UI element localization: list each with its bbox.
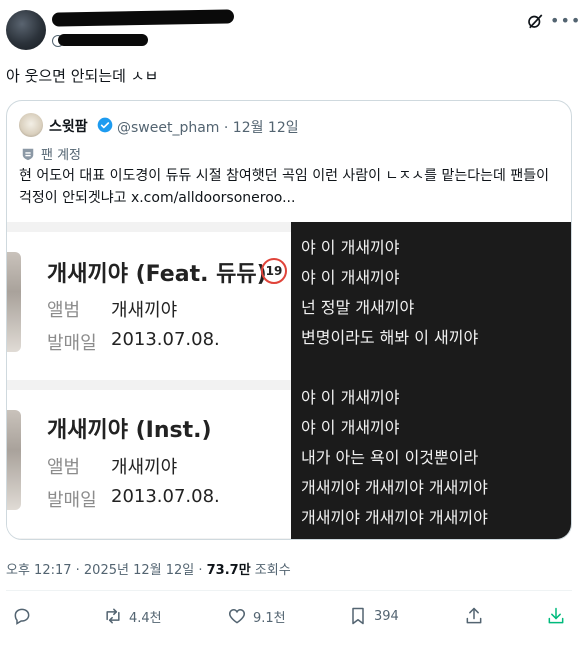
reply-icon [14, 608, 30, 625]
bookmark-count: 394 [374, 608, 399, 624]
album-thumbnail [7, 252, 21, 352]
quote-handle-date: @sweet_pham · 12월 12일 [117, 117, 299, 137]
album-label: 앨범 [47, 300, 81, 321]
redacted-display-name [51, 9, 235, 27]
download-icon [548, 607, 564, 624]
song-title: 개새끼야 (Feat. 듀듀) [47, 262, 267, 287]
album-value: 개새끼야 [111, 300, 178, 321]
quote-avatar[interactable] [19, 113, 43, 137]
retweet-icon [106, 608, 120, 624]
redacted-handle [58, 34, 148, 46]
grok-icon[interactable] [526, 12, 544, 30]
song-card: 개새끼야 (Inst.) 앨범 개새끼야 발매일 2013.07.08. [7, 390, 291, 538]
like-icon [228, 608, 246, 624]
lyric-line: 야 이 개새끼야 [301, 268, 400, 287]
quote-author-name[interactable]: 스윗팜 [49, 116, 88, 136]
album-thumbnail [7, 410, 21, 510]
avatar[interactable] [6, 10, 46, 50]
song-card: 개새끼야 (Feat. 듀듀) 19 앨범 개새끼야 발매일 2013.07.0… [7, 232, 291, 380]
quote-text: 현 어도어 대표 이도경이 듀듀 시절 참여햇던 곡임 이런 사람이 ㄴㅈㅅ를 … [19, 168, 549, 206]
lyric-line: 개새끼야 개새끼야 개새끼야 [301, 508, 488, 527]
age-rating-badge: 19 [261, 258, 287, 284]
bookmark-button[interactable]: 394 [348, 606, 399, 626]
quote-tweet[interactable]: 스윗팜 @sweet_pham · 12월 12일 팬 계정 현 어도어 대표 … [6, 100, 572, 540]
fan-account-text: 팬 계정 [41, 148, 82, 163]
release-value: 2013.07.08. [111, 486, 220, 507]
reply-button[interactable] [12, 606, 38, 626]
song-title: 개새끼야 (Inst.) [47, 418, 212, 443]
lyric-line: 야 이 개새끼야 [301, 238, 400, 257]
like-button[interactable]: 9.1천 [227, 606, 286, 626]
share-icon [466, 607, 482, 624]
like-count: 9.1천 [253, 610, 286, 626]
lyric-line: 야 이 개새끼야 [301, 388, 400, 407]
lyric-line: 내가 아는 욕이 이것뿐이라 [301, 448, 479, 467]
share-button[interactable] [464, 606, 484, 626]
retweet-count: 4.4천 [129, 610, 162, 626]
release-label: 발매일 [47, 490, 97, 511]
lyric-line: 야 이 개새끼야 [301, 418, 400, 437]
lyric-line: 변명이라도 해봐 이 새끼야 [301, 328, 479, 347]
quote-image-lyrics[interactable]: 야 이 개새끼야 야 이 개새끼야 넌 정말 개새끼야 변명이라도 해봐 이 새… [291, 222, 571, 539]
quote-image-song-cards[interactable]: 개새끼야 (Feat. 듀듀) 19 앨범 개새끼야 발매일 2013.07.0… [7, 222, 291, 539]
more-icon[interactable]: ••• [550, 11, 578, 30]
verified-icon [97, 117, 113, 133]
fan-account-label: 팬 계정 [21, 144, 81, 163]
tweet-text: 아 웃으면 안되는데 ㅅㅂ [6, 67, 159, 85]
album-label: 앨범 [47, 457, 81, 478]
view-count: 73.7만 [206, 563, 251, 578]
bookmark-icon [352, 607, 364, 625]
lyric-line: 넌 정말 개새끼야 [301, 298, 415, 317]
action-bar: 4.4천 9.1천 394 [0, 606, 578, 632]
tweet-meta: 오후 12:17 · 2025년 12월 12일 · 73.7만 조회수 [6, 559, 291, 578]
release-label: 발매일 [47, 333, 97, 354]
quote-date[interactable]: · 12월 12일 [224, 120, 299, 136]
view-count-label: 조회수 [250, 563, 291, 578]
fan-account-icon [22, 148, 34, 160]
retweet-button[interactable]: 4.4천 [103, 606, 162, 626]
lyric-line: 개새끼야 개새끼야 개새끼야 [301, 478, 488, 497]
album-value: 개새끼야 [111, 457, 178, 478]
tweet-timestamp[interactable]: 오후 12:17 · 2025년 12월 12일 · [6, 563, 207, 578]
release-value: 2013.07.08. [111, 329, 220, 350]
divider [6, 590, 572, 591]
quote-handle[interactable]: @sweet_pham [117, 120, 219, 136]
download-button[interactable] [546, 606, 566, 626]
